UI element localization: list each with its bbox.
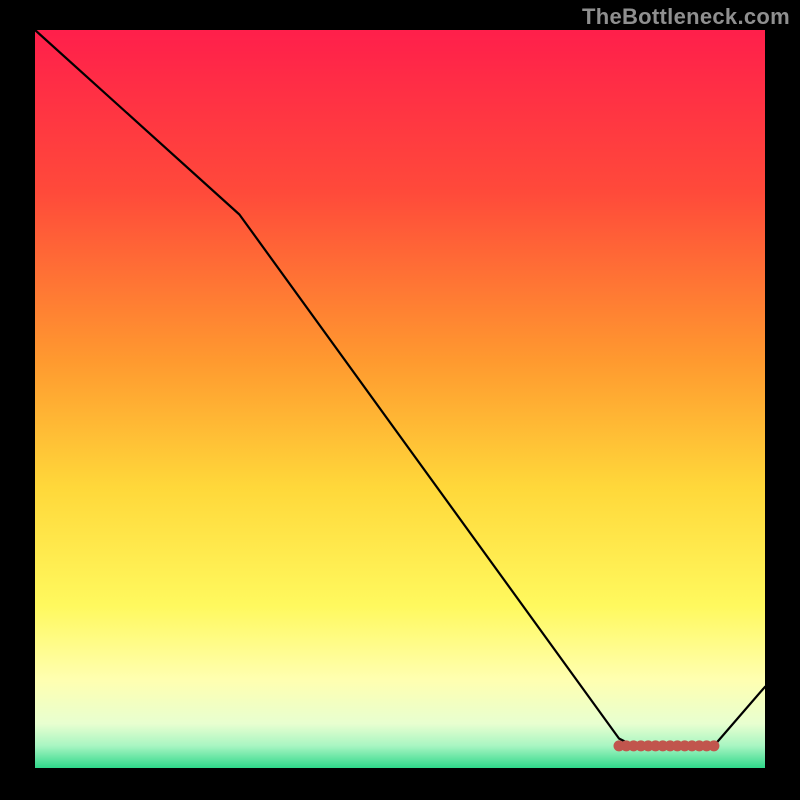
chart-canvas <box>0 0 800 800</box>
chart-frame: TheBottleneck.com <box>0 0 800 800</box>
marker-dot <box>708 740 719 751</box>
plot-background <box>35 30 765 768</box>
marker-dots-group <box>614 740 720 751</box>
